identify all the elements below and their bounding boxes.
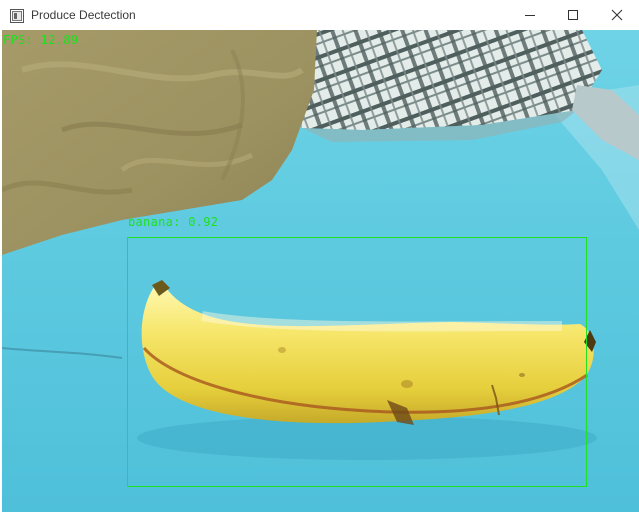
window-title: Produce Dectection (31, 8, 136, 22)
maximize-icon (567, 6, 579, 25)
maximize-button[interactable] (550, 0, 596, 30)
detection-bounding-box (127, 237, 587, 487)
fps-counter: FPS: 12.89 (3, 33, 79, 47)
detection-label: banana: 0.92 (128, 215, 219, 229)
close-button[interactable] (594, 0, 639, 30)
camera-feed: FPS: 12.89 banana: 0.92 (2, 30, 639, 512)
app-window: Produce Dectection FPS: 12.89 banana: 0.… (0, 0, 639, 512)
app-window-icon (10, 8, 24, 23)
minimize-button[interactable] (507, 0, 553, 30)
close-icon (611, 6, 623, 25)
minimize-icon (524, 6, 536, 25)
title-bar[interactable]: Produce Dectection (0, 0, 639, 30)
